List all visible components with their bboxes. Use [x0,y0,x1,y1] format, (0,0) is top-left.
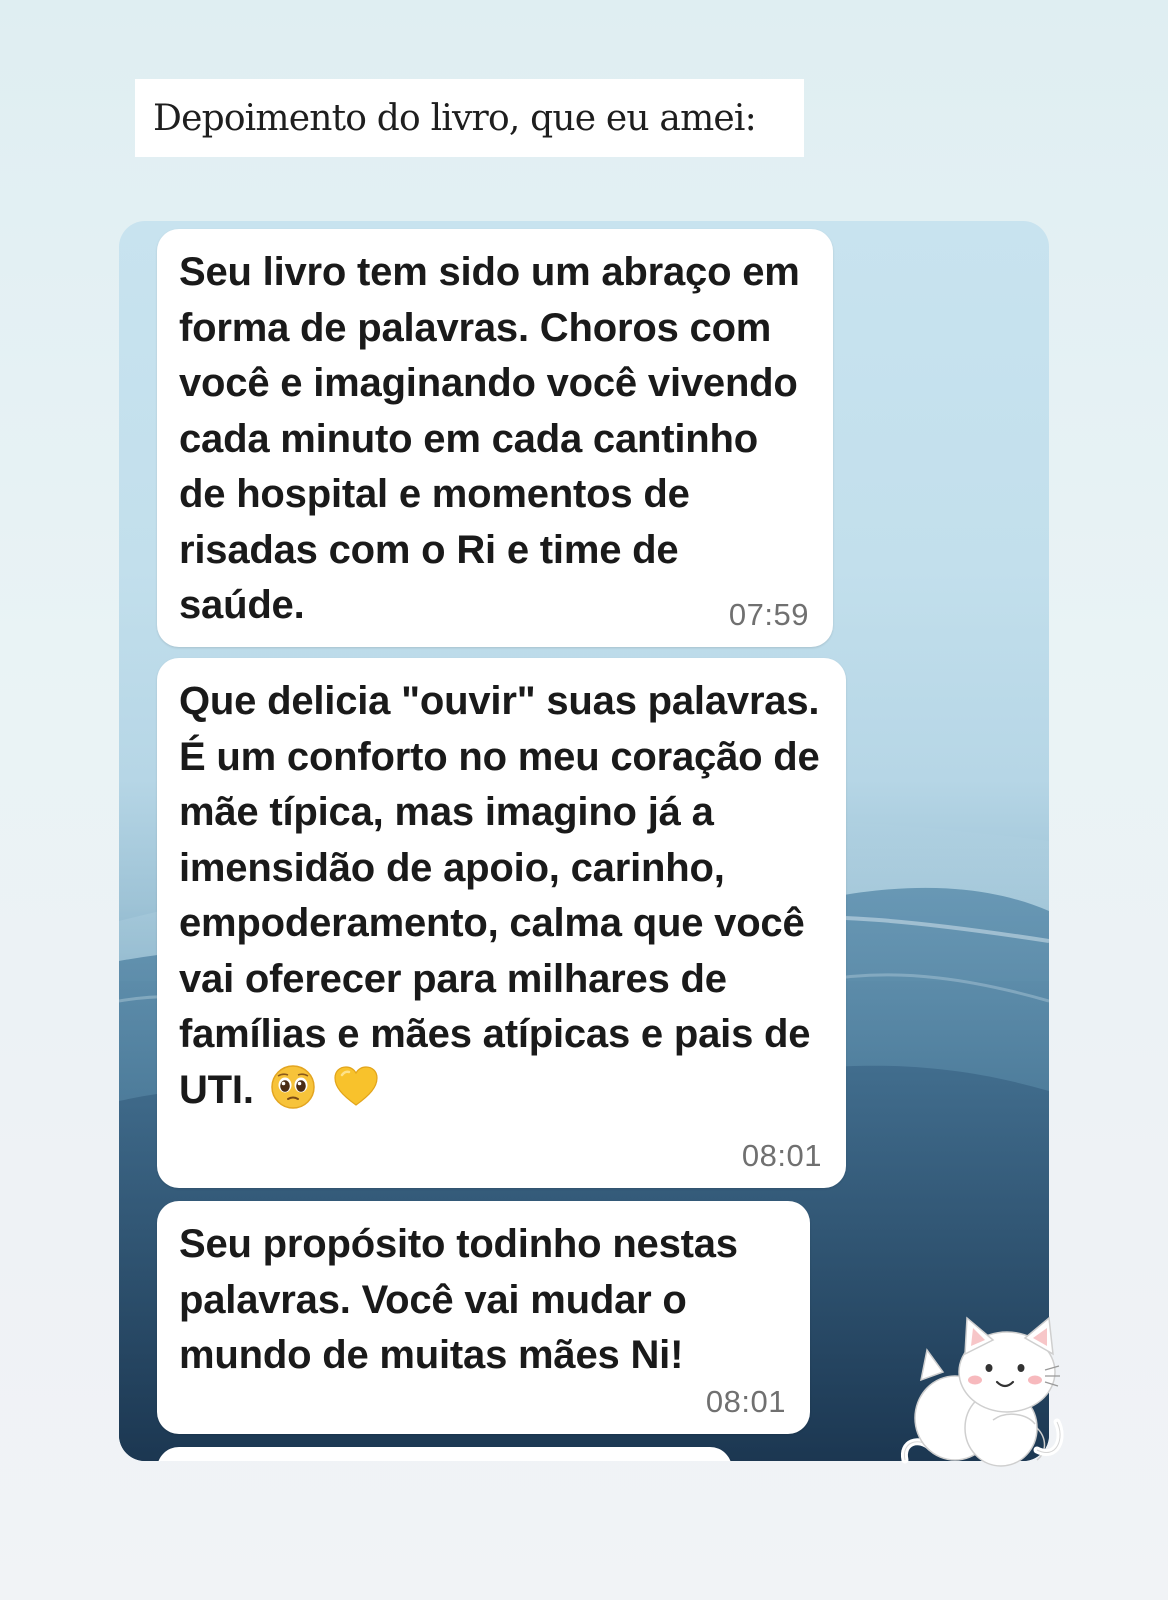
message-bubble-partial[interactable] [157,1447,732,1461]
caption-label: Depoimento do livro, que eu amei: [135,79,804,157]
message-timestamp: 08:01 [741,1138,822,1173]
caption-text: Depoimento do livro, que eu amei: [153,97,757,139]
message-timestamp: 07:59 [728,597,809,632]
message-text: Seu livro tem sido um abraço em forma de… [179,250,800,627]
chat-screenshot: Seu livro tem sido um abraço em forma de… [119,221,1049,1461]
pleading-face-emoji [270,1064,315,1109]
cat-hug-sticker [900,1316,1064,1467]
message-timestamp: 08:01 [705,1384,786,1419]
message-bubble[interactable]: Que delicia "ouvir" suas palavras. É um … [157,658,846,1188]
message-text: Que delicia "ouvir" suas palavras. É um … [179,679,820,1112]
message-text: Seu propósito todinho nestas palavras. V… [179,1222,738,1377]
message-text-container: Que delicia "ouvir" suas palavras. É um … [179,674,824,1118]
yellow-heart-emoji [333,1065,378,1106]
message-bubble[interactable]: Seu propósito todinho nestas palavras. V… [157,1201,810,1434]
message-bubble[interactable]: Seu livro tem sido um abraço em forma de… [157,229,833,647]
